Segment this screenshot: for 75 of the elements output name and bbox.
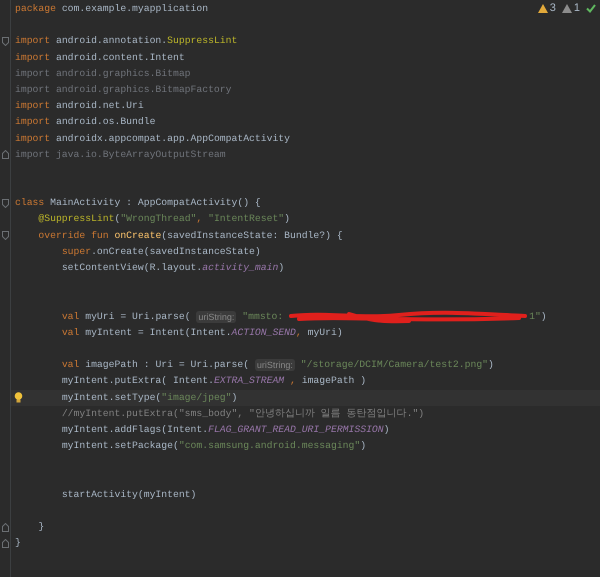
code-token: import bbox=[15, 50, 50, 65]
code-token: android.os.Bundle bbox=[56, 115, 156, 130]
parameter-hint: uriString: bbox=[254, 359, 295, 372]
code-token: @SuppressLint bbox=[38, 212, 114, 226]
code-token: myUri = Uri.parse( bbox=[85, 310, 192, 324]
fold-icon[interactable] bbox=[2, 231, 8, 240]
code-token: myUri) bbox=[308, 326, 343, 340]
code-token: myIntent.setPackage( bbox=[62, 439, 179, 454]
code-token: MainActivity : AppCompatActivity() { bbox=[50, 196, 261, 210]
parameter-hint: uriString: bbox=[196, 310, 236, 323]
code-token: myIntent.addFlags(Intent. bbox=[62, 422, 208, 437]
lightbulb-icon[interactable] bbox=[14, 392, 23, 404]
code-token: "com.samsung.android.messaging" bbox=[178, 439, 360, 454]
code-token: ( bbox=[114, 212, 120, 226]
code-token: androidx.appcompat.app.AppCompatActivity bbox=[56, 132, 290, 146]
code-token: "image/jpeg" bbox=[161, 390, 232, 404]
warning-count[interactable]: 3 bbox=[538, 2, 556, 14]
code-token: android.annotation. bbox=[56, 34, 168, 48]
code-token: ) bbox=[360, 439, 366, 454]
warning-icon bbox=[562, 4, 572, 12]
code-token: , bbox=[296, 326, 302, 340]
code-token: ) bbox=[278, 261, 284, 275]
code-token: .onCreate(savedInstanceState) bbox=[91, 244, 261, 259]
code-token: FLAG_GRANT_READ_URI_PERMISSION bbox=[208, 422, 384, 437]
code-token: class bbox=[15, 196, 44, 210]
code-token: imagePath ) bbox=[302, 374, 366, 388]
code-token: ) bbox=[384, 422, 390, 437]
code-token: ) bbox=[232, 390, 238, 404]
code-token: ACTION_SEND bbox=[232, 326, 296, 340]
code-token: } bbox=[38, 520, 44, 534]
code-token: "mmsto: bbox=[242, 310, 284, 324]
code-token: 1" bbox=[529, 310, 541, 324]
code-token: android.content.Intent bbox=[56, 50, 185, 65]
code-token: myIntent.setType( bbox=[62, 390, 162, 404]
code-token: SuppressLint bbox=[167, 34, 238, 48]
code-token: activity_main bbox=[202, 261, 278, 275]
check-icon[interactable] bbox=[586, 4, 596, 12]
code-token: com.example.myapplication bbox=[62, 2, 208, 16]
code-token: package bbox=[15, 2, 56, 16]
code-token: //myIntent.putExtra("sms_body", "안녕하십니까 일름 동탄점입니다.") bbox=[62, 406, 424, 421]
code-token: import bbox=[15, 99, 50, 114]
code-token: import bbox=[15, 34, 50, 48]
code-token: val bbox=[62, 358, 80, 372]
code-token: import android.graphics.BitmapFactory bbox=[15, 82, 232, 97]
code-token: "WrongThread" bbox=[120, 212, 196, 226]
code-token: super bbox=[62, 244, 92, 259]
code-token: myIntent.putExtra( Intent. bbox=[62, 374, 214, 388]
code-token: setContentView(R.layout. bbox=[62, 261, 202, 275]
fold-icon[interactable] bbox=[2, 150, 8, 160]
code-token: "/storage/DCIM/Camera/test2.png" bbox=[300, 358, 488, 372]
code-token: , bbox=[196, 212, 204, 226]
code-token: override fun bbox=[38, 228, 109, 243]
code-token: val bbox=[62, 310, 80, 324]
fold-icon[interactable] bbox=[2, 198, 8, 208]
code-token: EXTRA_STREAM bbox=[214, 374, 284, 388]
code-token: ) bbox=[488, 358, 494, 372]
fold-icon[interactable] bbox=[2, 36, 8, 46]
code-token: ) bbox=[284, 212, 290, 226]
code-token: imagePath : Uri = Uri.parse( bbox=[85, 358, 250, 372]
code-token: startActivity(myIntent) bbox=[62, 488, 196, 502]
code-token: val bbox=[62, 326, 80, 340]
code-token: , bbox=[290, 374, 296, 388]
code-token: import bbox=[15, 115, 50, 130]
code-token: myIntent = Intent(Intent. bbox=[85, 326, 232, 340]
code-token: (savedInstanceState: Bundle?) { bbox=[161, 228, 343, 243]
code-token: onCreate bbox=[114, 228, 162, 243]
code-token: import java.io.ByteArrayOutputStream bbox=[15, 148, 226, 162]
warning-icon bbox=[538, 4, 548, 12]
code-token: "IntentReset" bbox=[208, 212, 284, 226]
code-token: import android.graphics.Bitmap bbox=[15, 66, 191, 81]
weak-warning-count[interactable]: 1 bbox=[562, 2, 580, 14]
code-token: ) bbox=[540, 310, 547, 324]
code-token: android.net.Uri bbox=[56, 99, 144, 114]
code-token: } bbox=[15, 536, 21, 550]
code-token: import bbox=[15, 132, 50, 146]
